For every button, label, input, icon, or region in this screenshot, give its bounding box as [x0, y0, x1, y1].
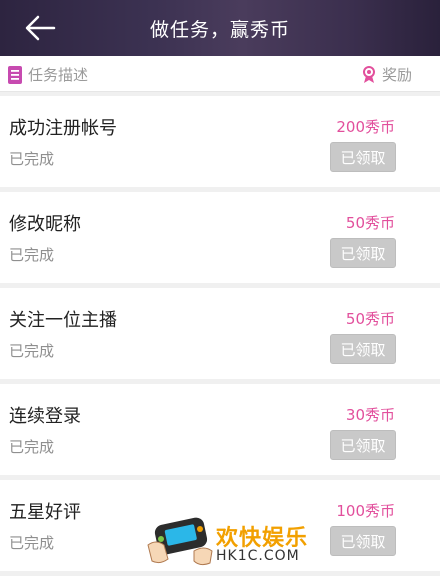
- task-name: 成功注册帐号: [9, 118, 117, 139]
- task-reward: 50秀币: [345, 310, 395, 328]
- task-reward: 30秀币: [345, 406, 395, 424]
- task-name: 五星好评: [9, 502, 81, 523]
- task-reward: 50秀币: [345, 214, 395, 232]
- top-bar: 做任务，赢秀币: [0, 0, 440, 56]
- claimed-button[interactable]: 已领取: [330, 430, 396, 460]
- task-name: 修改昵称: [9, 214, 81, 235]
- list-icon: [8, 65, 22, 84]
- claimed-button[interactable]: 已领取: [330, 334, 396, 364]
- task-status: 已完成: [9, 534, 55, 552]
- task-description-header: 任务描述: [8, 64, 88, 85]
- task-name: 连续登录: [9, 406, 81, 427]
- column-header: 任务描述 奖励: [0, 56, 440, 92]
- reward-label: 奖励: [381, 66, 412, 84]
- task-status: 已完成: [9, 150, 55, 168]
- task-description-label: 任务描述: [28, 66, 89, 84]
- back-arrow-icon: [25, 15, 56, 41]
- claimed-button[interactable]: 已领取: [330, 238, 396, 268]
- task-row: 成功注册帐号 已完成 200秀币 已领取: [0, 96, 440, 187]
- medal-icon: [362, 65, 375, 83]
- gamepad-hand-watermark-icon: [147, 517, 213, 566]
- watermark-site: HK1C.COM: [216, 548, 300, 564]
- claimed-button[interactable]: 已领取: [330, 142, 396, 172]
- task-name: 关注一位主播: [9, 310, 117, 331]
- task-reward: 200秀币: [336, 118, 395, 136]
- reward-header: 奖励: [362, 64, 412, 85]
- task-reward: 100秀币: [336, 502, 395, 520]
- task-status: 已完成: [9, 438, 55, 456]
- claimed-button[interactable]: 已领取: [330, 526, 396, 556]
- back-button[interactable]: [22, 12, 58, 44]
- task-status: 已完成: [9, 246, 55, 264]
- task-status: 已完成: [9, 342, 55, 360]
- task-row: 关注一位主播 已完成 50秀币 已领取: [0, 288, 440, 379]
- task-list: 成功注册帐号 已完成 200秀币 已领取 修改昵称 已完成 50秀币 已领取 关…: [0, 96, 440, 576]
- task-row: 修改昵称 已完成 50秀币 已领取: [0, 192, 440, 283]
- task-row: 连续登录 已完成 30秀币 已领取: [0, 384, 440, 475]
- page-title: 做任务，赢秀币: [149, 18, 290, 41]
